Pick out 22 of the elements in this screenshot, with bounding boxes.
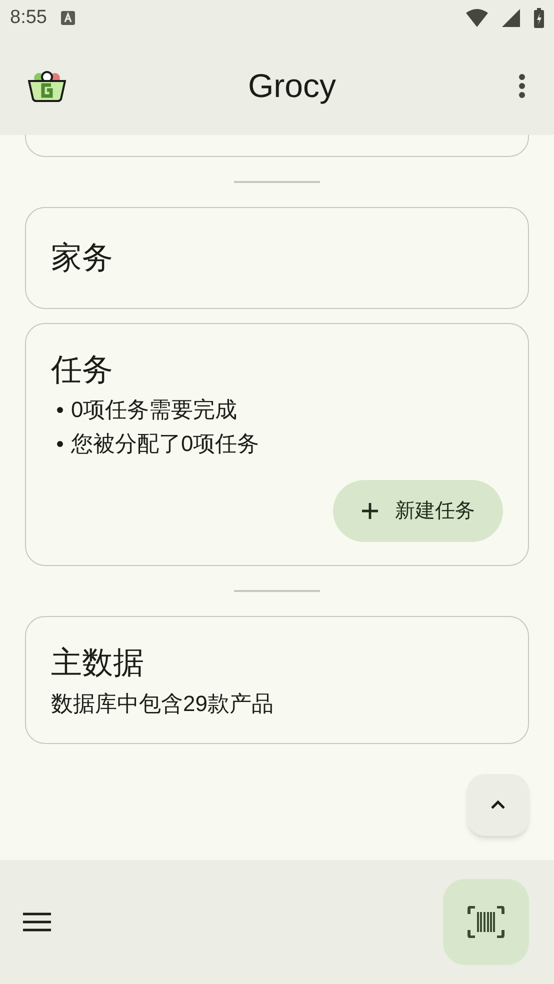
chevron-up-icon	[490, 800, 506, 810]
list-item-text: 0项任务需要完成	[71, 396, 238, 424]
list-item-text: 您被分配了0项任务	[71, 430, 260, 458]
signal-icon	[502, 9, 520, 27]
barcode-scan-button[interactable]	[443, 879, 529, 965]
card-title: 家务	[51, 239, 113, 277]
bullet-icon	[57, 407, 63, 413]
keyboard-notification-icon	[60, 11, 75, 25]
menu-icon[interactable]	[22, 911, 52, 933]
card-title: 主数据	[51, 644, 145, 682]
more-options-icon[interactable]	[518, 72, 526, 98]
status-time: 8:55	[10, 6, 47, 30]
battery-icon	[534, 8, 544, 28]
wifi-icon	[466, 9, 488, 27]
basket-logo-icon	[28, 70, 66, 102]
card-text: 数据库中包含29款产品	[51, 690, 274, 718]
plus-icon	[361, 502, 379, 520]
bullet-icon	[57, 441, 63, 447]
card-title: 任务	[51, 351, 114, 389]
app-title: Grocy	[248, 66, 336, 106]
new-task-button[interactable]: 新建任务	[333, 480, 503, 542]
barcode-icon	[467, 906, 505, 938]
